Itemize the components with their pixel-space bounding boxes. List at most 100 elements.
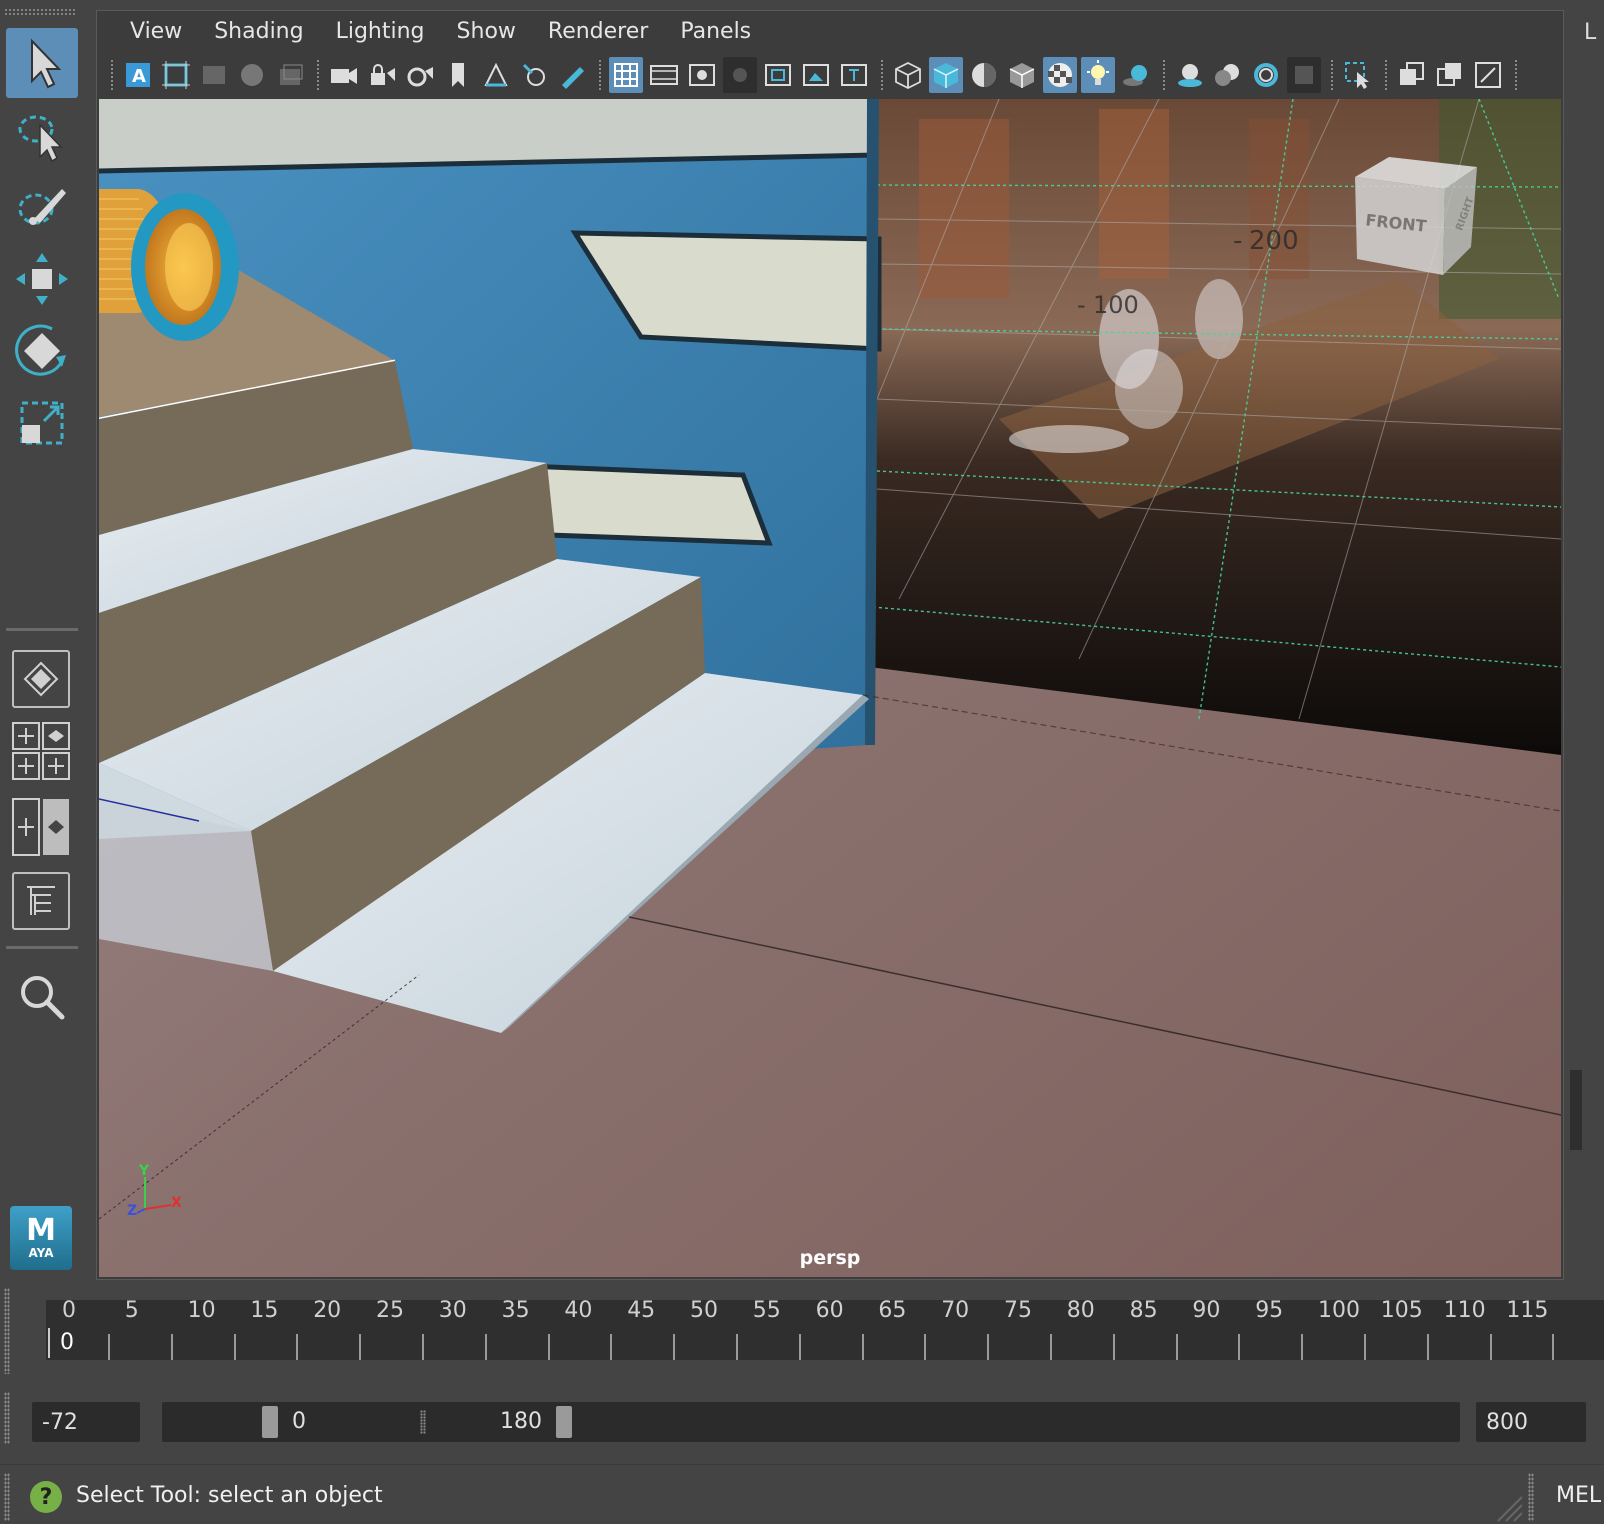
xray-joints-icon <box>1437 63 1461 86</box>
pencil-icon <box>562 67 584 89</box>
grease-pencil-button[interactable] <box>273 57 307 93</box>
status-grip[interactable] <box>4 1473 10 1521</box>
command-line-grip[interactable] <box>1528 1473 1534 1521</box>
animation-end-field[interactable]: 800 <box>1476 1402 1586 1442</box>
lock-camera-button[interactable] <box>365 57 399 93</box>
grease-pencil-tool-button[interactable] <box>555 57 589 93</box>
film-gate-toggle-button[interactable] <box>647 57 681 93</box>
motion-blur-button[interactable] <box>1211 57 1245 93</box>
timeline-grip[interactable] <box>4 1288 10 1374</box>
xray-active-button[interactable] <box>1471 57 1505 93</box>
smooth-shade-button[interactable] <box>929 57 963 93</box>
timeline-tick <box>1238 1334 1241 1360</box>
select-tool-button[interactable] <box>6 28 78 98</box>
shadows-button[interactable] <box>1119 57 1153 93</box>
animation-start-field[interactable]: -72 <box>32 1402 140 1442</box>
move-tool-button[interactable] <box>6 244 78 314</box>
camera-attributes-button[interactable] <box>403 57 437 93</box>
four-view-layout-button[interactable] <box>12 722 70 780</box>
dof-icon <box>1295 66 1313 84</box>
screen-space-ao-button[interactable] <box>1173 57 1207 93</box>
range-slider-track[interactable]: 0 180 <box>162 1402 1460 1442</box>
timeline-tick-label: 20 <box>313 1298 342 1323</box>
timeline-tick <box>1426 1334 1429 1360</box>
script-type-label[interactable]: MEL <box>1556 1483 1601 1508</box>
timeline-tick-label: 90 <box>1192 1298 1221 1323</box>
menu-show[interactable]: Show <box>442 19 531 44</box>
timeline-tick-label: 80 <box>1066 1298 1095 1323</box>
timeline-tick <box>673 1334 676 1360</box>
single-perspective-layout-button[interactable] <box>12 650 70 708</box>
toolbox-separator <box>6 946 78 949</box>
lasso-tool-button[interactable] <box>6 100 78 170</box>
2d-pan-zoom-button[interactable] <box>235 57 269 93</box>
timeline-tick <box>359 1334 362 1360</box>
textured-button[interactable] <box>1043 57 1077 93</box>
xray-joints-button[interactable] <box>1433 57 1467 93</box>
range-start-handle[interactable] <box>262 1406 278 1438</box>
timeline-tick-label: 60 <box>815 1298 844 1323</box>
resize-grip-icon[interactable] <box>1494 1493 1524 1523</box>
resolution-gate-button[interactable] <box>685 57 719 93</box>
scale-tool-button[interactable] <box>6 388 78 458</box>
timeline-tick <box>1489 1334 1492 1360</box>
search-button[interactable] <box>6 962 78 1032</box>
lasso-icon <box>18 115 63 163</box>
menu-lighting[interactable]: Lighting <box>321 19 440 44</box>
right-panel-scrollbar[interactable] <box>1570 1070 1582 1150</box>
isolate-select-button[interactable] <box>1341 57 1375 93</box>
toolbar-separator <box>599 60 603 90</box>
wireframe-button[interactable] <box>891 57 925 93</box>
grid-label-100-value: 100 <box>1093 291 1139 319</box>
timeline-tick-label: 10 <box>187 1298 216 1323</box>
range-end-handle[interactable] <box>556 1406 572 1438</box>
snap-camera-button[interactable] <box>479 57 513 93</box>
select-camera-button[interactable]: A <box>121 57 155 93</box>
video-camera-icon <box>331 68 357 84</box>
grid-toggle-button[interactable] <box>609 57 643 93</box>
right-panel-letter: L <box>1584 20 1597 45</box>
range-center-grip[interactable] <box>420 1410 426 1434</box>
range-grip[interactable] <box>4 1392 10 1444</box>
time-slider-track[interactable]: 0 5 10 15 20 25 30 35 40 45 50 55 60 65 70 75 80 85 90 95 10… <box>46 1298 1604 1360</box>
menu-shading[interactable]: Shading <box>199 19 318 44</box>
help-icon[interactable]: ? <box>30 1481 62 1513</box>
menu-panels[interactable]: Panels <box>665 19 766 44</box>
paint-select-tool-button[interactable] <box>6 172 78 242</box>
view-cube[interactable]: FRONT RIGHT <box>1355 157 1477 275</box>
anti-aliasing-button[interactable] <box>1249 57 1283 93</box>
bookmark-button[interactable] <box>441 57 475 93</box>
toolbox-grip[interactable] <box>4 8 76 16</box>
xray-button[interactable] <box>1395 57 1429 93</box>
grease-pencil-icon <box>280 64 303 85</box>
pan-zoom-icon <box>241 64 263 86</box>
time-slider[interactable]: 0 5 10 15 20 25 30 35 40 45 50 55 60 65 70 75 80 85 90 95 10… <box>0 1282 1604 1382</box>
menu-renderer[interactable]: Renderer <box>533 19 663 44</box>
menu-view[interactable]: View <box>115 19 197 44</box>
gate-mask-button[interactable] <box>723 57 757 93</box>
toolbar-grip[interactable] <box>111 60 115 90</box>
timeline-tick <box>861 1334 864 1360</box>
grid-label-100: - <box>1077 291 1086 319</box>
outliner-layout-button[interactable] <box>12 872 70 930</box>
current-time-indicator[interactable] <box>48 1328 50 1358</box>
depth-of-field-button[interactable] <box>1287 57 1321 93</box>
safe-action-button[interactable] <box>799 57 833 93</box>
field-chart-button[interactable] <box>761 57 795 93</box>
use-all-lights-button[interactable] <box>1081 57 1115 93</box>
xray-active-icon <box>1475 62 1501 88</box>
timeline-tick-label: 25 <box>376 1298 404 1323</box>
image-plane-button[interactable] <box>197 57 231 93</box>
two-view-layout-button[interactable] <box>12 798 70 856</box>
camera-button[interactable] <box>327 57 361 93</box>
shadow-sphere-icon <box>1123 65 1147 86</box>
default-material-button[interactable] <box>967 57 1001 93</box>
timeline-tick <box>484 1334 487 1360</box>
film-gate-button[interactable] <box>159 57 193 93</box>
lock-camera-icon <box>371 64 395 85</box>
viewport-perspective[interactable]: - 200 - 100 FRONT RIGHT Y X Z persp <box>99 99 1561 1277</box>
safe-title-button[interactable] <box>837 57 871 93</box>
wireframe-on-shaded-button[interactable] <box>1005 57 1039 93</box>
rotate-tool-button[interactable] <box>6 316 78 386</box>
two-d-pan-button[interactable] <box>517 57 551 93</box>
